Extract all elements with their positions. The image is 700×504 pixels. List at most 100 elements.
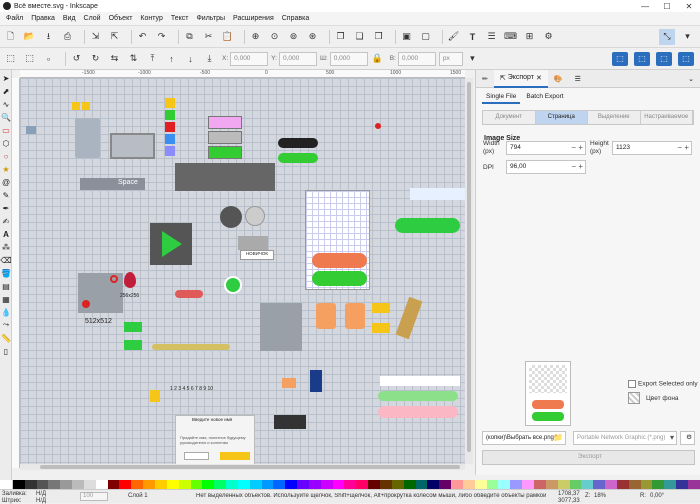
- spiral-tool-icon[interactable]: @: [1, 177, 11, 187]
- export-button[interactable]: Экспорт: [482, 450, 695, 465]
- tab-layers[interactable]: ☰: [569, 70, 587, 88]
- palette-swatch[interactable]: [498, 480, 511, 489]
- checkbox-box[interactable]: [628, 380, 636, 388]
- text-font-icon[interactable]: T: [466, 30, 479, 43]
- duplicate-icon[interactable]: ❐: [334, 30, 347, 43]
- menu-file[interactable]: Файл: [6, 15, 23, 22]
- red-handle[interactable]: [110, 275, 118, 283]
- zoom-drawing-icon[interactable]: ⊙: [268, 30, 281, 43]
- zoom-tool-icon[interactable]: 🔍: [1, 112, 11, 122]
- yellow-swatch[interactable]: [165, 98, 175, 108]
- zoom-page-icon[interactable]: ⊚: [287, 30, 300, 43]
- scrollbar-thumb[interactable]: [467, 82, 471, 452]
- palette-swatch[interactable]: [533, 480, 546, 489]
- group-icon[interactable]: ▣: [400, 30, 413, 43]
- scale-stroke-icon[interactable]: ⬚: [612, 51, 628, 66]
- green-arrow-icon[interactable]: [124, 340, 142, 350]
- light-green-bar[interactable]: [378, 391, 458, 401]
- blue-phone-icon[interactable]: [310, 370, 322, 392]
- palette-swatch[interactable]: [119, 480, 132, 489]
- hand-tap-icon[interactable]: [316, 303, 336, 329]
- xml-editor-icon[interactable]: ⌨: [504, 30, 517, 43]
- width-field[interactable]: 0,000: [329, 51, 368, 66]
- move-patterns-icon[interactable]: ⬚: [678, 51, 694, 66]
- green-pill[interactable]: [278, 153, 318, 163]
- palette-swatch[interactable]: [95, 480, 108, 489]
- dialog-input[interactable]: [184, 452, 209, 460]
- palette-swatch[interactable]: [308, 480, 321, 489]
- flip-v-icon[interactable]: ⇅: [127, 52, 140, 65]
- calligraphy-tool-icon[interactable]: ✍: [1, 216, 11, 226]
- tab-fill-stroke[interactable]: ✏: [476, 70, 494, 88]
- zoom-selection-icon[interactable]: ⊕: [249, 30, 262, 43]
- export-icon[interactable]: ⇱: [108, 30, 121, 43]
- width-input[interactable]: 794 − +: [506, 141, 586, 155]
- palette-swatch[interactable]: [297, 480, 309, 489]
- lock-icon[interactable]: 🔒: [371, 52, 384, 65]
- maximize-button[interactable]: ☐: [656, 0, 678, 12]
- cut-icon[interactable]: ✂: [202, 30, 215, 43]
- red-pill[interactable]: [175, 290, 203, 298]
- deselect-icon[interactable]: ▫: [42, 52, 55, 65]
- orange-pill-button[interactable]: [312, 253, 367, 268]
- width-stepper[interactable]: − +: [571, 142, 583, 154]
- pencil-shape[interactable]: [395, 296, 423, 340]
- rotation-value[interactable]: 0,00°: [650, 493, 664, 499]
- unit-select[interactable]: px: [438, 51, 463, 66]
- hand-icon[interactable]: [282, 378, 296, 388]
- tab-swatches[interactable]: 🎨: [548, 70, 569, 88]
- canvas-object[interactable]: [238, 236, 268, 250]
- eraser-tool-icon[interactable]: ⌫: [0, 255, 11, 265]
- palette-swatch[interactable]: [676, 480, 688, 489]
- unlink-clone-icon[interactable]: ❒: [372, 30, 385, 43]
- copy-icon[interactable]: ⧉: [183, 30, 196, 43]
- purple-swatch[interactable]: [165, 146, 175, 156]
- red-swatch[interactable]: [165, 122, 175, 132]
- dialog-ok-button[interactable]: [220, 452, 250, 460]
- opacity-field[interactable]: 100: [80, 492, 108, 501]
- save-icon[interactable]: ⭳: [42, 30, 55, 43]
- height-field[interactable]: 0,000: [397, 51, 436, 66]
- palette-swatch[interactable]: [486, 480, 499, 489]
- zoom-width-icon[interactable]: ⊛: [306, 30, 319, 43]
- novice-badge[interactable]: НОВИЧОК: [240, 250, 274, 260]
- redo-icon[interactable]: ↷: [155, 30, 168, 43]
- palette-swatch[interactable]: [474, 480, 487, 489]
- palette-swatch[interactable]: [166, 480, 179, 489]
- drawing-canvas[interactable]: Space НОВИЧОК 512x512 256x256 1 2 3 4 5 …: [20, 78, 465, 464]
- close-button[interactable]: ✕: [678, 0, 700, 12]
- dpi-stepper[interactable]: − +: [571, 161, 583, 173]
- 3dbox-tool-icon[interactable]: ⬡: [1, 138, 11, 148]
- preferences-icon[interactable]: ⚙: [542, 30, 555, 43]
- bucket-tool-icon[interactable]: 🪣: [1, 268, 11, 278]
- palette-swatch[interactable]: [462, 480, 475, 489]
- no-paint-swatch[interactable]: [0, 480, 13, 489]
- palette-swatch[interactable]: [344, 480, 357, 489]
- scale-corners-icon[interactable]: ⬚: [634, 51, 650, 66]
- unit-dropdown-icon[interactable]: ▾: [466, 52, 479, 65]
- ungroup-icon[interactable]: ▢: [419, 30, 432, 43]
- vertical-scrollbar[interactable]: [465, 78, 473, 464]
- hand-tap-icon[interactable]: [345, 303, 365, 329]
- red-dot[interactable]: [375, 123, 381, 129]
- layers-icon[interactable]: ☰: [485, 30, 498, 43]
- select-all-icon[interactable]: ⬚: [4, 52, 17, 65]
- menu-edit[interactable]: Правка: [31, 15, 55, 22]
- blue-swatch[interactable]: [165, 134, 175, 144]
- palette-swatch[interactable]: [380, 480, 392, 489]
- print-icon[interactable]: ⎙: [61, 30, 74, 43]
- star-shape[interactable]: [72, 102, 80, 110]
- menu-layer[interactable]: Слой: [84, 15, 101, 22]
- palette-swatch[interactable]: [261, 480, 274, 489]
- minimize-button[interactable]: —: [634, 0, 656, 12]
- ellipse-tool-icon[interactable]: ○: [1, 151, 11, 161]
- pages-tool-icon[interactable]: ▯: [1, 346, 11, 356]
- green-button[interactable]: [208, 146, 242, 159]
- rectangle-tool-icon[interactable]: ▭: [1, 125, 11, 135]
- y-field[interactable]: 0,000: [278, 51, 317, 66]
- palette-swatch[interactable]: [403, 480, 416, 489]
- align-icon[interactable]: ⊞: [523, 30, 536, 43]
- undo-icon[interactable]: ↶: [136, 30, 149, 43]
- export-selected-checkbox[interactable]: Export Selected only: [628, 380, 698, 388]
- canvas-object[interactable]: [110, 133, 155, 159]
